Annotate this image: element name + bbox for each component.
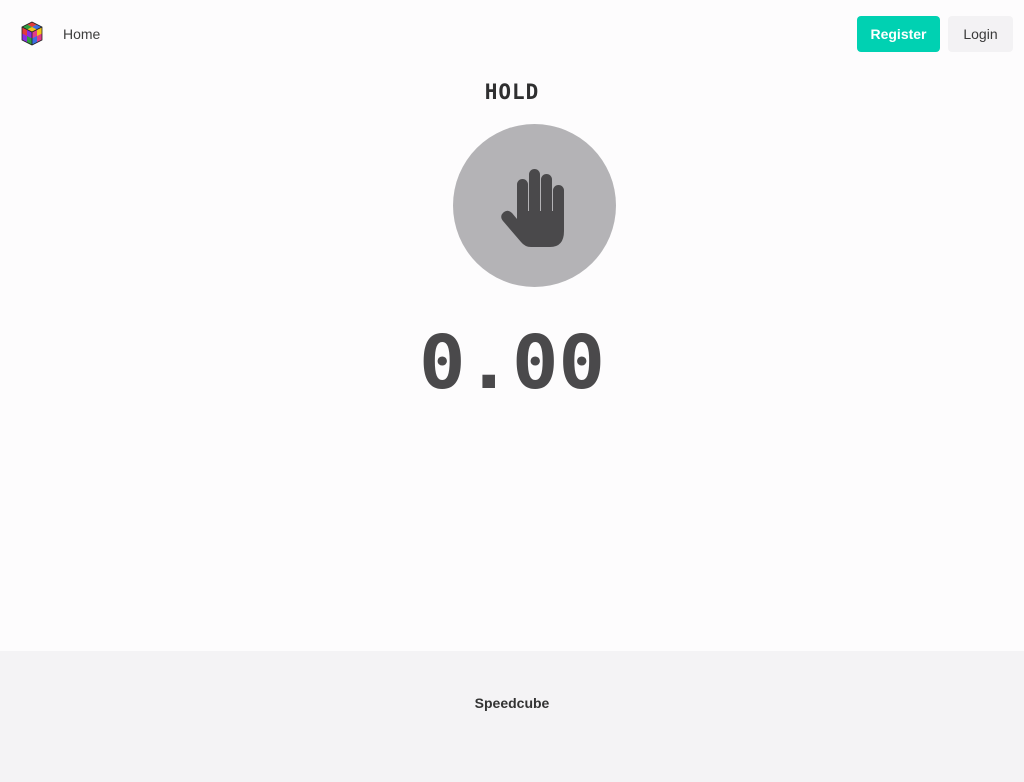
register-button[interactable]: Register [857,16,940,52]
hold-indicator[interactable] [453,124,616,287]
login-button[interactable]: Login [948,16,1013,52]
timer-digits: 0.00 [419,330,605,396]
navbar: Home Register Login [0,0,1024,68]
navbar-right: Register Login [857,16,1013,52]
nav-home-link[interactable]: Home [63,26,100,42]
navbar-left: Home [20,21,100,47]
footer: Speedcube [0,651,1024,782]
timer-value: 0.00 [419,330,605,396]
rubiks-cube-icon[interactable] [20,21,44,47]
footer-brand: Speedcube [474,695,550,711]
timer-display: 0.00 [0,330,1024,396]
timer-status-label: HOLD [484,80,540,104]
hand-stop-icon [500,168,564,247]
